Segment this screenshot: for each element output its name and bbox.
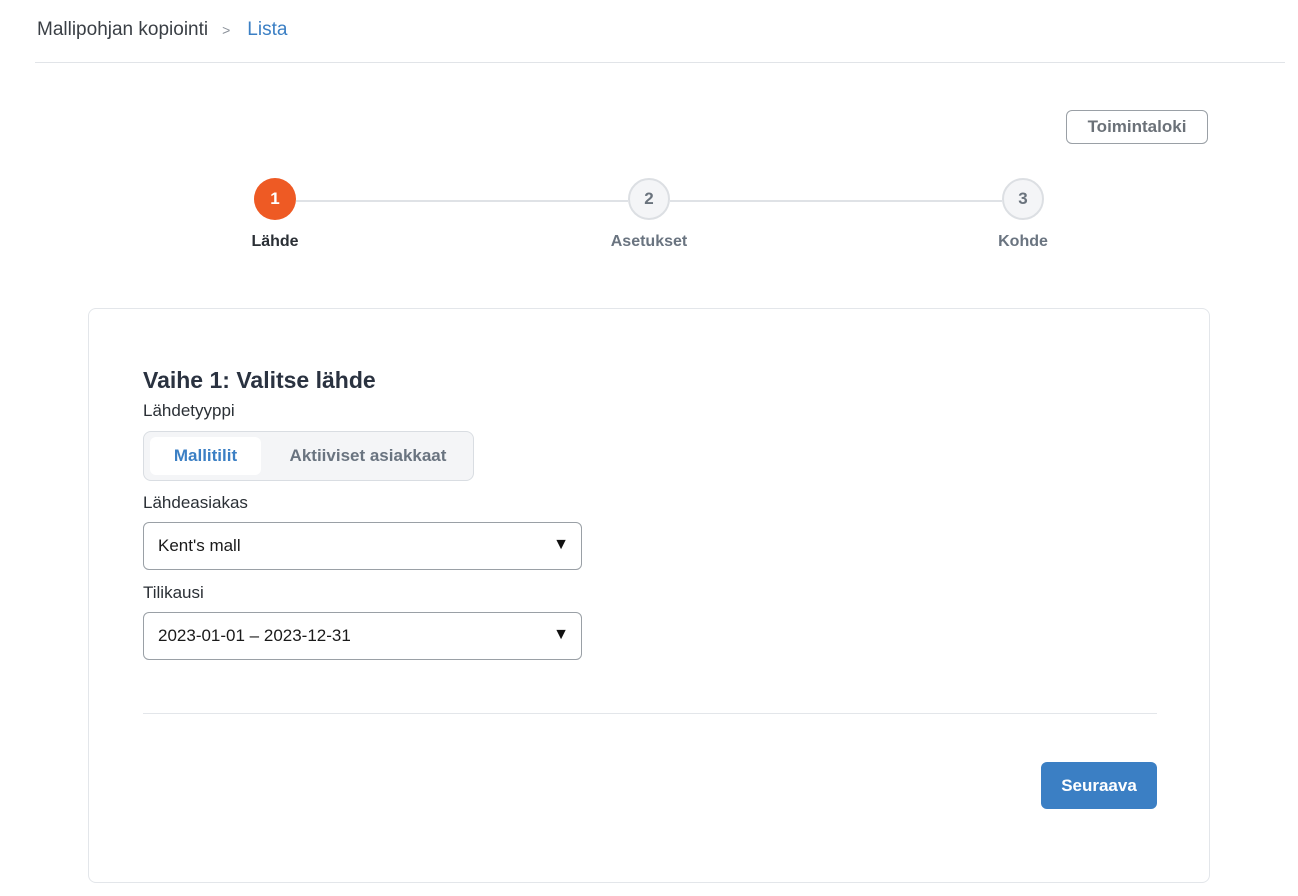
fiscal-year-select[interactable]: 2023-01-01 – 2023-12-31 ▼ <box>143 612 582 660</box>
breadcrumb-separator: > <box>222 22 231 38</box>
source-client-label: Lähdeasiakas <box>143 493 248 512</box>
step-1-circle: 1 <box>254 178 296 220</box>
step-connector-1 <box>296 200 628 202</box>
source-type-toggle: Mallitilit Aktiiviset asiakkaat <box>143 431 474 481</box>
source-type-option-templates[interactable]: Mallitilit <box>150 437 261 475</box>
step-2-label: Asetukset <box>610 233 688 250</box>
fiscal-year-label: Tilikausi <box>143 583 204 602</box>
next-button[interactable]: Seuraava <box>1041 762 1157 809</box>
page: Mallipohjan kopiointi > Lista Toimintalo… <box>0 0 1298 896</box>
source-client-select[interactable]: Kent's mall ▼ <box>143 522 582 570</box>
source-type-option-active-clients[interactable]: Aktiiviset asiakkaat <box>268 437 468 475</box>
card-title: Vaihe 1: Valitse lähde <box>143 367 376 393</box>
breadcrumb-root[interactable]: Mallipohjan kopiointi <box>37 19 208 41</box>
step-3-label: Kohde <box>998 233 1048 250</box>
breadcrumb: Mallipohjan kopiointi > Lista <box>37 16 287 44</box>
step-3-circle: 3 <box>1002 178 1044 220</box>
breadcrumb-current[interactable]: Lista <box>247 19 287 41</box>
header-divider <box>35 62 1285 63</box>
step-1-label: Lähde <box>251 233 299 250</box>
fiscal-year-value: 2023-01-01 – 2023-12-31 <box>158 626 351 645</box>
chevron-down-icon: ▼ <box>553 626 569 643</box>
stepper: 1 Lähde 2 Asetukset 3 Kohde <box>0 178 1298 258</box>
chevron-down-icon: ▼ <box>553 536 569 553</box>
card-divider <box>143 713 1157 714</box>
source-selection-card: Vaihe 1: Valitse lähde Lähdetyyppi Malli… <box>88 308 1210 883</box>
activity-log-button[interactable]: Toimintaloki <box>1066 110 1208 144</box>
step-2-circle: 2 <box>628 178 670 220</box>
source-type-label: Lähdetyyppi <box>143 401 235 420</box>
source-client-value: Kent's mall <box>158 536 241 555</box>
step-connector-2 <box>670 200 1002 202</box>
